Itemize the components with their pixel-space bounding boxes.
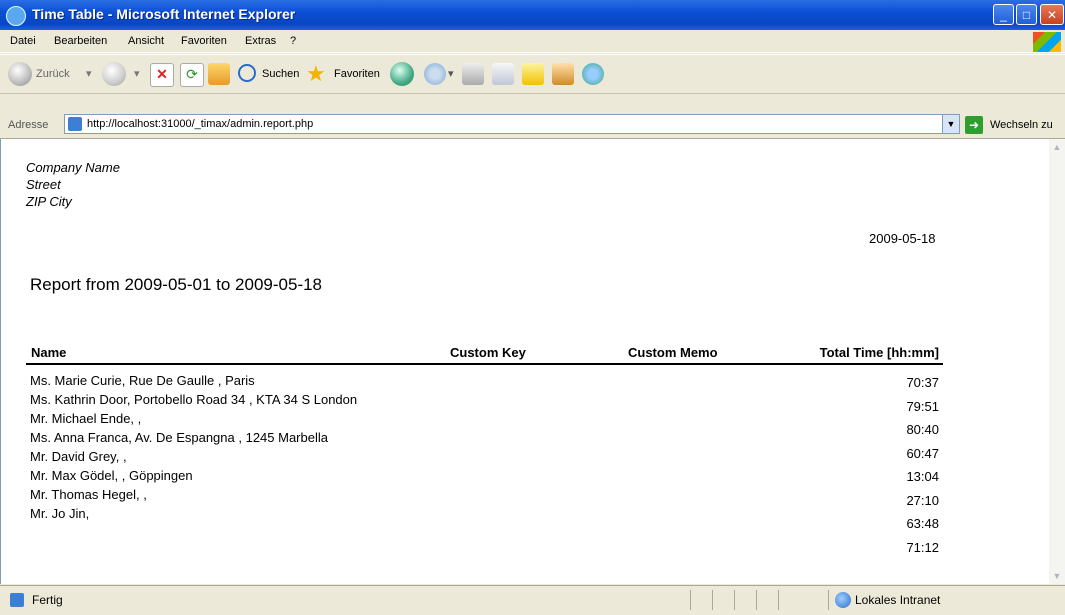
- table-row-name: Mr. Thomas Hegel, ,: [30, 487, 147, 502]
- scroll-up-icon[interactable]: ▲: [1049, 139, 1065, 155]
- edit-icon[interactable]: [492, 63, 514, 85]
- note-icon[interactable]: [522, 63, 544, 85]
- favorites-label[interactable]: Favoriten: [334, 68, 380, 80]
- stop-icon[interactable]: ✕: [150, 63, 174, 87]
- table-row-name: Ms. Kathrin Door, Portobello Road 34 , K…: [30, 392, 358, 407]
- windows-logo-icon: [1033, 32, 1061, 52]
- table-row-time: 60:47: [906, 445, 939, 461]
- toolbar: Zurück ▾ ▾ ✕ ⟳ Suchen ★ Favoriten ▾: [0, 54, 1065, 94]
- col-total-time: Total Time [hh:mm]: [819, 345, 939, 360]
- table-row-name: Mr. David Grey, ,: [30, 449, 127, 464]
- forward-dropdown-icon[interactable]: ▾: [134, 67, 140, 80]
- scroll-down-icon[interactable]: ▼: [1049, 568, 1065, 584]
- status-divider: [712, 590, 713, 610]
- table-row-name: Mr. Michael Ende, ,: [30, 411, 142, 426]
- vertical-scrollbar[interactable]: ▲ ▼: [1049, 139, 1065, 584]
- forward-icon[interactable]: [102, 62, 126, 86]
- search-icon[interactable]: [238, 64, 256, 82]
- window-titlebar: Time Table - Microsoft Internet Explorer…: [0, 0, 1065, 30]
- address-url[interactable]: http://localhost:31000/_timax/admin.repo…: [87, 118, 313, 130]
- col-custom-key: Custom Key: [450, 345, 526, 360]
- table-row-name: Mr. Jo Jin,: [30, 506, 90, 521]
- menu-bearbeiten[interactable]: Bearbeiten: [54, 35, 107, 47]
- go-label[interactable]: Wechseln zu: [990, 119, 1053, 131]
- zone-label: Lokales Intranet: [855, 593, 941, 607]
- go-arrow-icon[interactable]: ➜: [965, 116, 983, 134]
- menu-datei[interactable]: Datei: [10, 35, 36, 47]
- back-dropdown-icon[interactable]: ▾: [86, 67, 92, 80]
- menu-favoriten[interactable]: Favoriten: [181, 35, 227, 47]
- status-bar: Fertig Lokales Intranet: [0, 585, 1065, 615]
- table-row-name: Mr. Max Gödel, , Göppingen: [30, 468, 193, 483]
- menu-ansicht[interactable]: Ansicht: [128, 35, 164, 47]
- history-icon[interactable]: [390, 62, 414, 86]
- address-bar: Adresse http://localhost:31000/_timax/ad…: [0, 112, 1065, 139]
- table-row-time: 63:48: [906, 516, 939, 531]
- table-row-time: 71:12: [906, 539, 939, 555]
- page-content: Company Name Street ZIP City 2009-05-18 …: [0, 139, 1050, 584]
- close-button[interactable]: ✕: [1040, 4, 1064, 25]
- research-icon[interactable]: [552, 63, 574, 85]
- window-title: Time Table - Microsoft Internet Explorer: [32, 6, 296, 22]
- table-row-time: 27:10: [906, 492, 939, 508]
- status-divider: [756, 590, 757, 610]
- menu-bar: Datei Bearbeiten Ansicht Favoriten Extra…: [0, 30, 1065, 53]
- ie-icon: [6, 6, 26, 26]
- table-header: Name Custom Key Custom Memo Total Time […: [26, 343, 943, 365]
- address-input[interactable]: http://localhost:31000/_timax/admin.repo…: [64, 114, 960, 134]
- table-row-time: 79:51: [906, 398, 939, 414]
- time-column: 70:37 79:51 80:40 60:47 13:04 27:10 63:4…: [906, 371, 939, 559]
- status-divider: [734, 590, 735, 610]
- intranet-icon: [835, 592, 851, 608]
- status-divider: [778, 590, 779, 610]
- table-row-time: 70:37: [906, 375, 939, 390]
- col-name: Name: [31, 345, 67, 360]
- refresh-icon[interactable]: ⟳: [180, 63, 204, 87]
- menu-extras[interactable]: Extras: [245, 35, 276, 47]
- address-dropdown-icon[interactable]: ▼: [942, 115, 959, 133]
- company-block: Company Name Street ZIP City: [26, 159, 120, 210]
- report-table: Name Custom Key Custom Memo Total Time […: [26, 343, 943, 555]
- col-custom-memo: Custom Memo: [628, 345, 718, 360]
- menu-help[interactable]: ?: [290, 35, 296, 47]
- report-date: 2009-05-18: [869, 231, 936, 246]
- mail-dropdown-icon[interactable]: ▾: [448, 67, 454, 80]
- table-row-name: Ms. Marie Curie, Rue De Gaulle , Paris: [30, 373, 255, 388]
- home-icon[interactable]: [208, 63, 230, 85]
- status-divider: [828, 590, 829, 610]
- table-row-time: 13:04: [906, 469, 939, 484]
- table-row-name: Ms. Anna Franca, Av. De Espangna , 1245 …: [30, 430, 328, 445]
- messenger-icon[interactable]: [582, 63, 604, 85]
- report-title: Report from 2009-05-01 to 2009-05-18: [30, 275, 323, 294]
- back-label[interactable]: Zurück: [36, 68, 70, 80]
- minimize-button[interactable]: _: [993, 4, 1014, 25]
- company-name: Company Name: [26, 160, 120, 175]
- favorites-star-icon[interactable]: ★: [306, 61, 326, 87]
- page-icon: [68, 117, 82, 131]
- print-icon[interactable]: [462, 63, 484, 85]
- back-icon[interactable]: [8, 62, 32, 86]
- page-status-icon: [10, 593, 24, 607]
- mail-icon[interactable]: [424, 63, 446, 85]
- status-text: Fertig: [32, 593, 63, 607]
- status-divider: [690, 590, 691, 610]
- company-street: Street: [26, 177, 61, 192]
- table-row-time: 80:40: [906, 422, 939, 437]
- company-city: ZIP City: [26, 194, 72, 209]
- search-label[interactable]: Suchen: [262, 68, 299, 80]
- name-column: Ms. Marie Curie, Rue De Gaulle , Paris M…: [30, 371, 357, 523]
- maximize-button[interactable]: □: [1016, 4, 1037, 25]
- address-label: Adresse: [8, 119, 49, 131]
